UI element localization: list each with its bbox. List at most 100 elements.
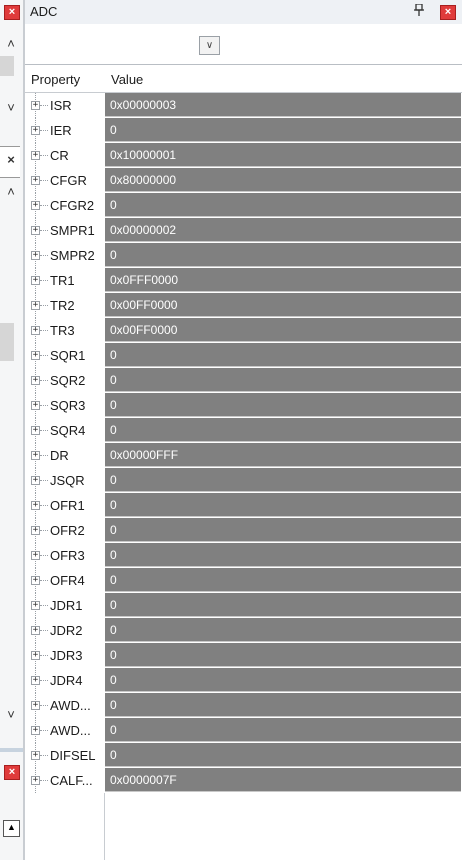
table-row[interactable]: + JDR1 0: [25, 593, 462, 618]
plus-expand-icon[interactable]: +: [31, 151, 40, 160]
scroll-up-arrow-icon-2[interactable]: ˄: [2, 185, 20, 199]
panel-title-bar[interactable]: ADC ×: [25, 0, 462, 25]
table-row[interactable]: + SMPR1 0x00000002: [25, 218, 462, 243]
property-name: JDR3: [50, 648, 83, 663]
table-row[interactable]: + DR 0x00000FFF: [25, 443, 462, 468]
property-value[interactable]: 0: [105, 618, 461, 642]
property-value[interactable]: 0x00FF0000: [105, 293, 461, 317]
plus-expand-icon[interactable]: +: [31, 576, 40, 585]
table-row[interactable]: + ISR 0x00000003: [25, 93, 462, 118]
property-value[interactable]: 0x80000000: [105, 168, 461, 192]
property-value[interactable]: 0x00000003: [105, 93, 461, 117]
adjacent-close-icon[interactable]: ×: [4, 5, 20, 20]
property-value[interactable]: 0: [105, 468, 461, 492]
pane-splitter[interactable]: [0, 748, 23, 752]
property-value[interactable]: 0: [105, 743, 461, 767]
table-row[interactable]: + JDR2 0: [25, 618, 462, 643]
adjacent-scroll-thumb[interactable]: [0, 56, 14, 76]
property-value[interactable]: 0x0FFF0000: [105, 268, 461, 292]
property-value[interactable]: 0: [105, 593, 461, 617]
property-value[interactable]: 0: [105, 418, 461, 442]
plus-expand-icon[interactable]: +: [31, 526, 40, 535]
property-value[interactable]: 0: [105, 393, 461, 417]
adjacent-scroll-thumb-2[interactable]: [0, 323, 14, 361]
table-row[interactable]: + IER 0: [25, 118, 462, 143]
plus-expand-icon[interactable]: +: [31, 601, 40, 610]
plus-expand-icon[interactable]: +: [31, 126, 40, 135]
table-row[interactable]: + AWD... 0: [25, 718, 462, 743]
property-value[interactable]: 0: [105, 343, 461, 367]
property-value[interactable]: 0: [105, 643, 461, 667]
plus-expand-icon[interactable]: +: [31, 276, 40, 285]
property-value[interactable]: 0: [105, 543, 461, 567]
adjacent-close-icon-2[interactable]: ×: [4, 765, 20, 780]
scroll-up-arrow-icon[interactable]: ˄: [2, 37, 20, 51]
property-value[interactable]: 0: [105, 243, 461, 267]
table-row[interactable]: + OFR2 0: [25, 518, 462, 543]
table-row[interactable]: + SQR3 0: [25, 393, 462, 418]
scroll-down-arrow-icon-2[interactable]: ˅: [2, 708, 20, 722]
plus-expand-icon[interactable]: +: [31, 376, 40, 385]
table-row[interactable]: + TR3 0x00FF0000: [25, 318, 462, 343]
plus-expand-icon[interactable]: +: [31, 226, 40, 235]
plus-expand-icon[interactable]: +: [31, 351, 40, 360]
table-row[interactable]: + SQR4 0: [25, 418, 462, 443]
plus-expand-icon[interactable]: +: [31, 326, 40, 335]
property-value[interactable]: 0: [105, 568, 461, 592]
scroll-up-button-icon[interactable]: ▲: [3, 820, 20, 837]
scroll-down-arrow-icon[interactable]: ˅: [2, 101, 20, 115]
property-value[interactable]: 0x00000002: [105, 218, 461, 242]
property-value[interactable]: 0x00000FFF: [105, 443, 461, 467]
table-row[interactable]: + DIFSEL 0: [25, 743, 462, 768]
table-row[interactable]: + CFGR2 0: [25, 193, 462, 218]
table-row[interactable]: + JSQR 0: [25, 468, 462, 493]
plus-expand-icon[interactable]: +: [31, 626, 40, 635]
table-row[interactable]: + OFR3 0: [25, 543, 462, 568]
plus-expand-icon[interactable]: +: [31, 701, 40, 710]
table-row[interactable]: + OFR4 0: [25, 568, 462, 593]
plus-expand-icon[interactable]: +: [31, 776, 40, 785]
table-row[interactable]: + JDR4 0: [25, 668, 462, 693]
property-value[interactable]: 0: [105, 193, 461, 217]
table-row[interactable]: + SQR1 0: [25, 343, 462, 368]
table-row[interactable]: + AWD... 0: [25, 693, 462, 718]
table-row[interactable]: + OFR1 0: [25, 493, 462, 518]
table-row[interactable]: + TR2 0x00FF0000: [25, 293, 462, 318]
plus-expand-icon[interactable]: +: [31, 251, 40, 260]
property-value[interactable]: 0x0000007F: [105, 768, 461, 792]
table-row[interactable]: + CR 0x10000001: [25, 143, 462, 168]
property-value[interactable]: 0: [105, 518, 461, 542]
plus-expand-icon[interactable]: +: [31, 551, 40, 560]
property-value[interactable]: 0x10000001: [105, 143, 461, 167]
plus-expand-icon[interactable]: +: [31, 426, 40, 435]
table-row[interactable]: + SQR2 0: [25, 368, 462, 393]
property-value[interactable]: 0x00FF0000: [105, 318, 461, 342]
plus-expand-icon[interactable]: +: [31, 101, 40, 110]
plus-expand-icon[interactable]: +: [31, 401, 40, 410]
adjacent-x-icon[interactable]: ×: [2, 153, 20, 167]
plus-expand-icon[interactable]: +: [31, 501, 40, 510]
plus-expand-icon[interactable]: +: [31, 651, 40, 660]
property-value[interactable]: 0: [105, 718, 461, 742]
property-value[interactable]: 0: [105, 368, 461, 392]
table-row[interactable]: + SMPR2 0: [25, 243, 462, 268]
plus-expand-icon[interactable]: +: [31, 176, 40, 185]
plus-expand-icon[interactable]: +: [31, 201, 40, 210]
close-icon[interactable]: ×: [440, 5, 456, 20]
plus-expand-icon[interactable]: +: [31, 451, 40, 460]
table-row[interactable]: + TR1 0x0FFF0000: [25, 268, 462, 293]
property-value[interactable]: 0: [105, 493, 461, 517]
plus-expand-icon[interactable]: +: [31, 301, 40, 310]
table-row[interactable]: + JDR3 0: [25, 643, 462, 668]
property-value[interactable]: 0: [105, 693, 461, 717]
plus-expand-icon[interactable]: +: [31, 476, 40, 485]
plus-expand-icon[interactable]: +: [31, 726, 40, 735]
pin-icon[interactable]: [414, 3, 424, 19]
property-value[interactable]: 0: [105, 118, 461, 142]
plus-expand-icon[interactable]: +: [31, 676, 40, 685]
table-row[interactable]: + CFGR 0x80000000: [25, 168, 462, 193]
plus-expand-icon[interactable]: +: [31, 751, 40, 760]
table-row[interactable]: + CALF... 0x0000007F: [25, 768, 462, 793]
property-value[interactable]: 0: [105, 668, 461, 692]
chevron-down-icon[interactable]: ∨: [199, 36, 220, 55]
